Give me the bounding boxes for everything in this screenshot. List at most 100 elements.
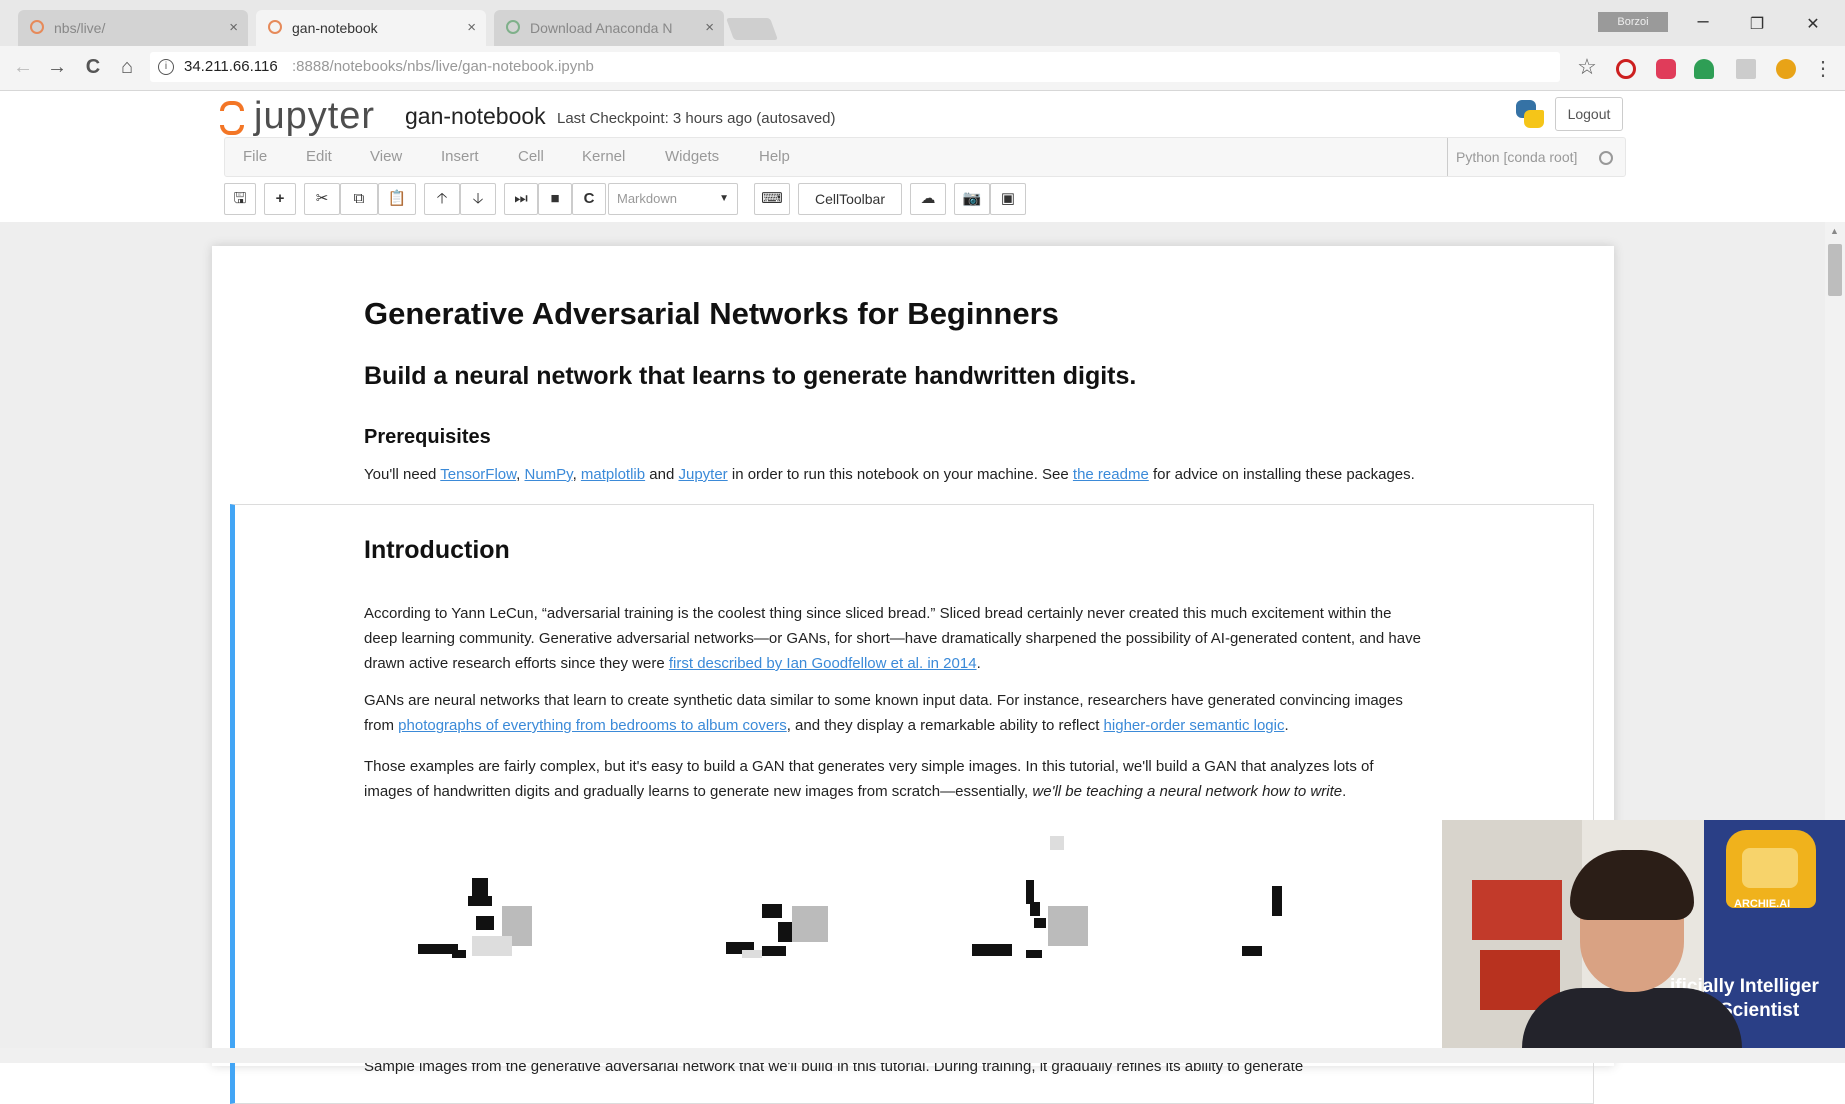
cut-icon[interactable]: ✂ (304, 183, 340, 215)
text-line: Those examples are fairly complex, but i… (364, 758, 1374, 775)
camera-icon[interactable]: 📷 (954, 183, 990, 215)
text: in order to run this notebook on your ma… (727, 466, 1073, 483)
text: and (645, 466, 679, 483)
restore-icon[interactable]: ❐ (1742, 14, 1772, 34)
copy-icon[interactable]: ⧉ (340, 183, 378, 215)
keyboard-shortcuts-icon[interactable]: ⌨ (754, 183, 790, 215)
back-icon[interactable]: ← (10, 56, 36, 79)
reader-icon[interactable] (1736, 59, 1756, 79)
link-semantic-logic[interactable]: higher-order semantic logic (1104, 717, 1285, 734)
menu-file[interactable]: File (243, 138, 267, 176)
link-goodfellow-2014[interactable]: first described by Ian Goodfellow et al.… (669, 655, 977, 672)
tab-title: nbs/live/ (54, 20, 106, 36)
screen-capture-icon[interactable]: ▣ (990, 183, 1026, 215)
presenter-body (1522, 988, 1742, 1048)
menu-insert[interactable]: Insert (441, 138, 479, 176)
intro-paragraph-2: GANs are neural networks that learn to c… (364, 688, 1403, 738)
minimize-icon[interactable]: – (1688, 10, 1718, 33)
chrome-icon[interactable] (1776, 59, 1796, 79)
link-jupyter[interactable]: Jupyter (678, 466, 727, 483)
restart-kernel-icon[interactable]: C (572, 183, 606, 215)
menu-view[interactable]: View (370, 138, 402, 176)
celltoolbar-button[interactable]: CellToolbar (798, 183, 902, 215)
move-down-icon[interactable]: 🡣 (460, 183, 496, 215)
menu-edit[interactable]: Edit (306, 138, 332, 176)
cell-type-value: Markdown (617, 191, 677, 206)
text-line: drawn active research efforts since they… (364, 651, 1421, 676)
notebook-title: Generative Adversarial Networks for Begi… (364, 296, 1059, 331)
paste-icon[interactable]: 📋 (378, 183, 416, 215)
browser-tab-bar: nbs/live/ × gan-notebook × Download Anac… (0, 0, 1845, 46)
webcam-overlay: ARCHIE.AI ificially Intelliger Scientist (1442, 820, 1845, 1048)
scroll-up-icon[interactable]: ▲ (1830, 226, 1839, 236)
link-numpy[interactable]: NumPy (525, 466, 573, 483)
link-bedrooms-album-covers[interactable]: photographs of everything from bedrooms … (398, 717, 787, 734)
checkpoint-status: Last Checkpoint: 3 hours ago (autosaved) (557, 110, 836, 127)
poster (1472, 880, 1562, 940)
mascot-face (1742, 848, 1798, 888)
text: You'll need (364, 466, 441, 483)
site-info-icon[interactable]: i (158, 59, 174, 75)
tab-nbs-live[interactable]: nbs/live/ × (18, 10, 248, 46)
prerequisites-paragraph: You'll need TensorFlow, NumPy, matplotli… (364, 462, 1415, 487)
menu-kernel[interactable]: Kernel (582, 138, 625, 176)
link-tensorflow[interactable]: TensorFlow (440, 466, 516, 483)
stop-icon[interactable]: ■ (538, 183, 572, 215)
new-tab-button[interactable] (725, 18, 779, 40)
generated-digit-image (712, 876, 862, 996)
cell-type-select[interactable]: Markdown ▼ (608, 183, 738, 215)
pocket-icon[interactable] (1656, 59, 1676, 79)
menu-bar: File Edit View Insert Cell Kernel Widget… (224, 137, 1626, 177)
run-cell-icon[interactable]: ⏭ (504, 183, 538, 215)
generated-digit-image (412, 876, 562, 996)
bookmark-star-icon[interactable]: ☆ (1574, 54, 1600, 80)
add-cell-icon[interactable]: + (264, 183, 296, 215)
logout-button[interactable]: Logout (1555, 97, 1623, 131)
kernel-name: Python [conda root] (1447, 138, 1577, 176)
url-input[interactable]: i 34.211.66.116 :8888/notebooks/nbs/live… (150, 52, 1560, 82)
text: . (1342, 783, 1347, 800)
profile-chip[interactable]: Borzoi (1598, 12, 1668, 32)
reload-icon[interactable]: C (80, 56, 106, 79)
emphasis-text: we'll be teaching a neural network how t… (1032, 783, 1343, 800)
presenter-hair (1570, 850, 1694, 920)
upload-icon[interactable]: ☁ (910, 183, 946, 215)
scrollbar-thumb[interactable] (1828, 244, 1842, 296)
intro-paragraph-3: Those examples are fairly complex, but i… (364, 754, 1374, 804)
opera-icon[interactable] (1616, 59, 1636, 79)
menu-widgets[interactable]: Widgets (665, 138, 719, 176)
text-line: GANs are neural networks that learn to c… (364, 692, 1403, 709)
text: for advice on installing these packages. (1148, 466, 1415, 483)
extension-icon[interactable] (1694, 59, 1714, 79)
save-icon[interactable]: 🖫 (224, 183, 256, 215)
text: , and they display a remarkable ability … (786, 717, 1104, 734)
jupyter-header: jupyter gan-notebook Last Checkpoint: 3 … (0, 91, 1845, 223)
intro-paragraph-1: According to Yann LeCun, “adversarial tr… (364, 601, 1421, 676)
home-icon[interactable]: ⌂ (114, 56, 140, 79)
link-matplotlib[interactable]: matplotlib (581, 466, 645, 483)
menu-help[interactable]: Help (759, 138, 790, 176)
notebook-name[interactable]: gan-notebook (405, 103, 546, 130)
notebook-subtitle: Build a neural network that learns to ge… (364, 362, 1137, 390)
close-window-icon[interactable]: ✕ (1798, 14, 1828, 34)
text-line: from photographs of everything from bedr… (364, 713, 1403, 738)
tab-download-anaconda[interactable]: Download Anaconda N × (494, 10, 724, 46)
text-line: According to Yann LeCun, “adversarial tr… (364, 605, 1392, 622)
tab-gan-notebook[interactable]: gan-notebook × (256, 10, 486, 46)
prerequisites-heading: Prerequisites (364, 426, 491, 448)
generated-digit-image (1242, 876, 1282, 996)
tab-close-icon[interactable]: × (229, 10, 238, 46)
tab-close-icon[interactable]: × (467, 10, 476, 46)
move-up-icon[interactable]: 🡡 (424, 183, 460, 215)
forward-icon[interactable]: → (44, 56, 70, 79)
chevron-down-icon: ▼ (719, 193, 729, 204)
browser-menu-icon[interactable]: ⋮ (1810, 56, 1836, 81)
url-path: :8888/notebooks/nbs/live/gan-notebook.ip… (292, 58, 594, 75)
selected-markdown-cell[interactable] (230, 504, 1594, 1104)
tab-title: Download Anaconda N (530, 20, 673, 36)
menu-cell[interactable]: Cell (518, 138, 544, 176)
jupyter-favicon-icon (30, 20, 44, 34)
link-readme[interactable]: the readme (1073, 466, 1149, 483)
tab-close-icon[interactable]: × (705, 10, 714, 46)
text: . (1284, 717, 1289, 734)
